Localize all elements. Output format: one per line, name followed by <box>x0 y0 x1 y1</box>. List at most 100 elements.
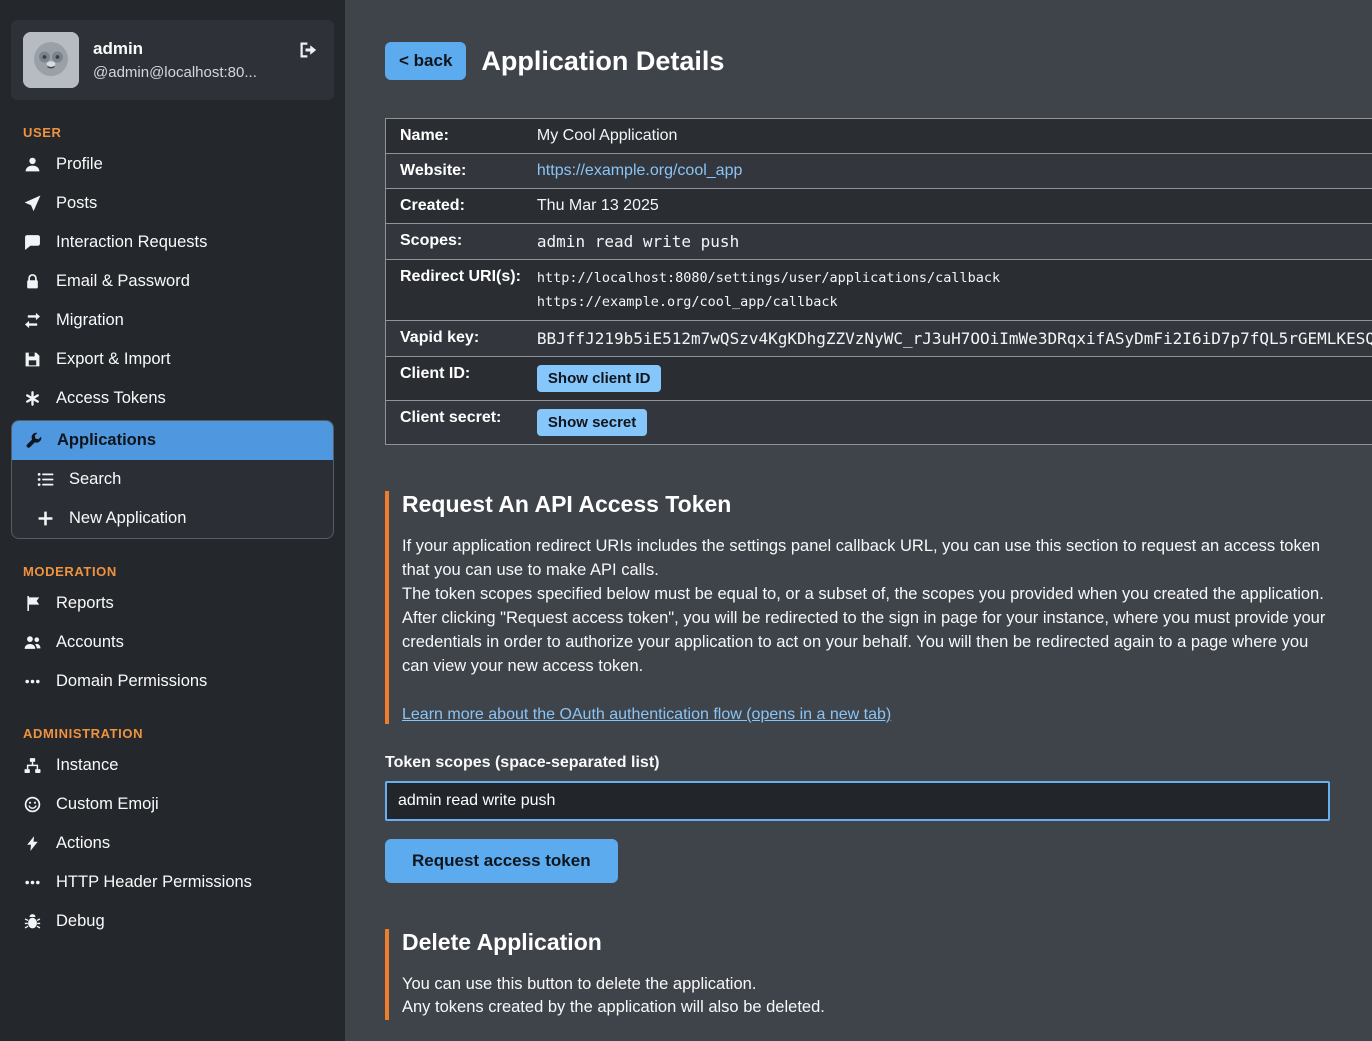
users-icon <box>23 634 41 652</box>
sidebar-item-domain-permissions[interactable]: Domain Permissions <box>11 662 334 701</box>
sidebar-item-posts[interactable]: Posts <box>11 184 334 223</box>
sidebar: admin @admin@localhost:80... USER Profil… <box>0 0 345 1041</box>
request-token-section: Request An API Access Token If your appl… <box>385 491 1330 883</box>
sidebar-nav: USER Profile Posts Interaction Requests … <box>11 125 334 941</box>
comment-icon <box>23 234 41 252</box>
section-label-user: USER <box>11 125 334 140</box>
sidebar-item-migration[interactable]: Migration <box>11 301 334 340</box>
sidebar-item-label: Profile <box>56 155 103 174</box>
sidebar-item-label: Domain Permissions <box>56 672 207 691</box>
sidebar-item-label: HTTP Header Permissions <box>56 873 252 892</box>
list-icon <box>36 471 54 489</box>
show-client-id-button[interactable]: Show client ID <box>537 365 662 392</box>
sidebar-item-debug[interactable]: Debug <box>11 902 334 941</box>
table-row-website: Website: https://example.org/cool_app <box>386 154 1372 189</box>
section-paragraph: If your application redirect URIs includ… <box>402 535 1330 583</box>
exchange-arrows-icon <box>23 312 41 330</box>
page-header: < back Application Details <box>385 42 1330 80</box>
section-label-moderation: MODERATION <box>11 564 334 579</box>
detail-value: BBJffJ219b5iE512m7wQSzv4KgKDhgZZVzNyWC_r… <box>529 321 1372 357</box>
sidebar-item-label: Email & Password <box>56 272 190 291</box>
table-row-vapid-key: Vapid key: BBJffJ219b5iE512m7wQSzv4KgKDh… <box>386 321 1372 357</box>
avatar <box>23 32 79 88</box>
detail-label: Created: <box>386 189 529 224</box>
sidebar-item-interaction-requests[interactable]: Interaction Requests <box>11 223 334 262</box>
sidebar-item-label: Posts <box>56 194 97 213</box>
sidebar-item-export-import[interactable]: Export & Import <box>11 340 334 379</box>
section-title: Request An API Access Token <box>402 491 1330 518</box>
floppy-disk-icon <box>23 351 41 369</box>
back-button[interactable]: < back <box>385 42 466 80</box>
detail-value: My Cool Application <box>529 119 1372 154</box>
sidebar-item-label: Export & Import <box>56 350 171 369</box>
sidebar-item-actions[interactable]: Actions <box>11 824 334 863</box>
sign-out-icon[interactable] <box>298 40 318 60</box>
wrench-icon <box>24 432 42 450</box>
request-token-callout: Request An API Access Token If your appl… <box>385 491 1330 724</box>
detail-label: Name: <box>386 119 529 154</box>
sidebar-item-label: Interaction Requests <box>56 233 207 252</box>
sidebar-item-label: Debug <box>56 912 105 931</box>
sidebar-item-instance[interactable]: Instance <box>11 746 334 785</box>
main-panel: < back Application Details Name: My Cool… <box>345 0 1372 1041</box>
sidebar-item-http-header-permissions[interactable]: HTTP Header Permissions <box>11 863 334 902</box>
sidebar-item-label: Instance <box>56 756 118 775</box>
sidebar-item-label: Search <box>69 470 121 489</box>
detail-label: Redirect URI(s): <box>386 260 529 321</box>
sidebar-item-label: Migration <box>56 311 124 330</box>
sidebar-item-label: New Application <box>69 509 186 528</box>
plus-icon <box>36 510 54 528</box>
oauth-docs-link[interactable]: Learn more about the OAuth authenticatio… <box>402 706 891 724</box>
website-link[interactable]: https://example.org/cool_app <box>537 162 742 179</box>
delete-application-section: Delete Application You can use this butt… <box>385 929 1330 1041</box>
sidebar-item-applications-search[interactable]: Search <box>12 460 333 499</box>
bug-icon <box>23 913 41 931</box>
table-row-redirect-uris: Redirect URI(s): http://localhost:8080/s… <box>386 260 1372 321</box>
detail-value: Thu Mar 13 2025 <box>529 189 1372 224</box>
sidebar-item-label: Actions <box>56 834 110 853</box>
detail-label: Vapid key: <box>386 321 529 357</box>
user-card[interactable]: admin @admin@localhost:80... <box>11 20 334 100</box>
table-row-name: Name: My Cool Application <box>386 119 1372 154</box>
section-paragraph: After clicking "Request access token", y… <box>402 607 1330 679</box>
sidebar-item-profile[interactable]: Profile <box>11 145 334 184</box>
token-scopes-label: Token scopes (space-separated list) <box>385 754 1330 772</box>
applications-submenu: Search New Application <box>12 460 333 538</box>
sidebar-item-label: Applications <box>57 431 156 450</box>
page-title: Application Details <box>481 46 724 77</box>
detail-value: admin read write push <box>529 224 1372 260</box>
request-access-token-button[interactable]: Request access token <box>385 839 618 883</box>
user-icon <box>23 156 41 174</box>
bolt-icon <box>23 835 41 853</box>
sidebar-item-email-password[interactable]: Email & Password <box>11 262 334 301</box>
section-label-administration: ADMINISTRATION <box>11 726 334 741</box>
section-paragraph: Any tokens created by the application wi… <box>402 996 1330 1020</box>
lock-icon <box>23 273 41 291</box>
token-scopes-input[interactable] <box>385 781 1330 821</box>
asterisk-icon <box>23 390 41 408</box>
table-row-scopes: Scopes: admin read write push <box>386 224 1372 260</box>
sitemap-icon <box>23 757 41 775</box>
detail-value: http://localhost:8080/settings/user/appl… <box>529 260 1372 321</box>
flag-icon <box>23 595 41 613</box>
applications-group: Applications Search New Application <box>11 420 334 539</box>
section-paragraph: The token scopes specified below must be… <box>402 583 1330 607</box>
section-paragraph: You can use this button to delete the ap… <box>402 973 1330 997</box>
sidebar-item-accounts[interactable]: Accounts <box>11 623 334 662</box>
sidebar-item-reports[interactable]: Reports <box>11 584 334 623</box>
sidebar-item-applications[interactable]: Applications <box>12 421 333 460</box>
section-title: Delete Application <box>402 929 1330 956</box>
show-secret-button[interactable]: Show secret <box>537 409 647 436</box>
detail-label: Client ID: <box>386 357 529 401</box>
sidebar-item-custom-emoji[interactable]: Custom Emoji <box>11 785 334 824</box>
paper-plane-icon <box>23 195 41 213</box>
detail-label: Website: <box>386 154 529 189</box>
user-meta: admin @admin@localhost:80... <box>93 39 257 81</box>
sidebar-item-label: Access Tokens <box>56 389 166 408</box>
table-row-client-id: Client ID: Show client ID <box>386 357 1372 401</box>
sidebar-item-access-tokens[interactable]: Access Tokens <box>11 379 334 418</box>
detail-label: Client secret: <box>386 401 529 445</box>
sidebar-item-new-application[interactable]: New Application <box>12 499 333 538</box>
detail-label: Scopes: <box>386 224 529 260</box>
sidebar-item-label: Accounts <box>56 633 124 652</box>
